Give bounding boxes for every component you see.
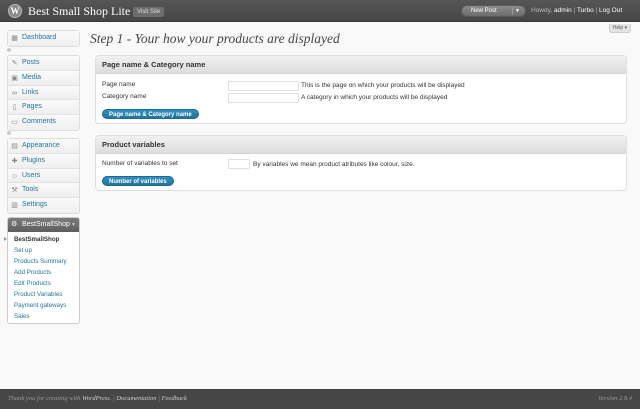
submenu-item-products-summary[interactable]: Products Summary xyxy=(8,256,79,267)
comment-icon: ▭ xyxy=(11,119,18,127)
submenu-item-product-variables[interactable]: Product Variables xyxy=(8,289,79,300)
variables-count-input[interactable] xyxy=(228,159,250,169)
sidebar-item-label: Appearance xyxy=(22,142,60,149)
sidebar-admin-group: ▤ Appearance ✚ Plugins ☺ Users ⚒ Tools ▥… xyxy=(7,138,80,214)
admin-footer: Thank you for creating with WordPress. |… xyxy=(0,389,640,409)
sidebar-dashboard-group: ▦ Dashboard xyxy=(7,30,80,47)
category-name-label: Category name xyxy=(102,93,147,100)
sidebar-plugin-menu: ⚙ BestSmallShop ▼ BestSmallShop Set up P… xyxy=(4,217,80,324)
sidebar-item-label: Dashboard xyxy=(22,34,57,41)
sidebar-item-plugins[interactable]: ✚ Plugins xyxy=(8,153,79,169)
sidebar-item-label: Media xyxy=(22,73,42,81)
number-of-variables-button[interactable]: Number of variables xyxy=(102,176,174,186)
separator: | xyxy=(573,7,576,14)
submenu-item-bestsmallshop[interactable]: BestSmallShop xyxy=(4,234,79,245)
sidebar-item-label: Tools xyxy=(22,186,39,194)
page-category-submit-button[interactable]: Page name & Category name xyxy=(102,109,199,119)
footer-credits: Thank you for creating with WordPress. |… xyxy=(8,389,187,409)
variables-count-label: Number of variables to set xyxy=(102,160,178,167)
gear-icon: ⚙ xyxy=(11,221,18,228)
plugin-icon: ✚ xyxy=(11,157,18,165)
page-name-input[interactable] xyxy=(228,81,299,91)
sidebar-item-label: Users xyxy=(22,171,41,179)
sidebar-item-dashboard[interactable]: ▦ Dashboard xyxy=(8,31,79,46)
menu-separator xyxy=(7,131,11,135)
documentation-link[interactable]: Documentation xyxy=(116,395,156,402)
link-icon: ∞ xyxy=(12,89,17,97)
category-name-description: A category in which your products will b… xyxy=(301,94,448,101)
box-heading: Product variables xyxy=(96,136,626,154)
variables-count-description: By variables we mean product atributes l… xyxy=(253,161,415,168)
page-icon: ▯ xyxy=(12,104,17,112)
chevron-down-icon[interactable]: ▼ xyxy=(71,218,76,232)
product-variables-box: Product variables Number of variables to… xyxy=(95,135,627,191)
sidebar-item-label: Links xyxy=(22,88,39,96)
settings-icon: ▥ xyxy=(11,202,18,210)
page-name-label: Page name xyxy=(102,81,136,88)
howdy-text: Howdy, xyxy=(531,7,553,14)
sidebar-item-label: Settings xyxy=(22,201,48,209)
wordpress-link[interactable]: WordPress xyxy=(82,395,110,402)
sidebar-item-appearance[interactable]: ▤ Appearance xyxy=(8,139,79,154)
submenu-item-add-products[interactable]: Add Products xyxy=(8,267,79,278)
sidebar-item-tools[interactable]: ⚒ Tools xyxy=(8,183,79,199)
user-links: Howdy, admin | Turbo | Log Out xyxy=(531,7,622,14)
new-post-label: New Post xyxy=(471,8,497,14)
dashboard-icon: ▦ xyxy=(11,35,18,42)
submenu-item-payment-gateways[interactable]: Payment gateways xyxy=(8,300,79,311)
page-name-description: This is the page on which your products … xyxy=(301,82,465,89)
help-tab[interactable]: Help ▾ xyxy=(609,24,631,33)
menu-separator xyxy=(7,48,11,52)
sidebar-item-bestsmallshop[interactable]: ⚙ BestSmallShop ▼ xyxy=(8,218,79,232)
footer-thanks-text: Thank you for creating with xyxy=(8,395,81,402)
feedback-link[interactable]: Feedback xyxy=(162,395,187,402)
username-link[interactable]: admin xyxy=(554,7,572,14)
submenu-item-setup[interactable]: Set up xyxy=(8,245,79,256)
chevron-down-icon[interactable]: ▼ xyxy=(512,7,522,15)
users-icon: ☺ xyxy=(11,172,19,180)
visit-site-button[interactable]: Visit Site xyxy=(133,7,165,17)
submenu-item-sales[interactable]: Sales xyxy=(8,311,79,322)
sidebar-item-label: BestSmallShop xyxy=(22,221,70,228)
page-title: Step 1 - Your how your products are disp… xyxy=(90,31,340,46)
turbo-link[interactable]: Turbo xyxy=(577,7,594,14)
box-heading: Page name & Category name xyxy=(96,56,626,74)
new-post-dropdown[interactable]: New Post ▼ xyxy=(461,5,526,17)
sidebar-content-group: ✎ Posts ▣ Media ∞ Links ▯ Pages ▭ Commen… xyxy=(7,55,80,131)
sidebar-item-pages[interactable]: ▯ Pages xyxy=(8,100,79,116)
separator: . | xyxy=(109,395,115,402)
sidebar-item-label: Pages xyxy=(22,103,42,111)
separator: | xyxy=(158,395,160,402)
submenu-item-edit-products[interactable]: Edit Products xyxy=(8,278,79,289)
sidebar-item-links[interactable]: ∞ Links xyxy=(8,85,79,101)
tools-icon: ⚒ xyxy=(11,187,18,195)
sidebar-item-label: Plugins xyxy=(22,156,45,164)
media-icon: ▣ xyxy=(11,74,18,82)
footer-version: Version 2.8.4 xyxy=(597,395,632,402)
logout-link[interactable]: Log Out xyxy=(599,7,622,14)
site-title: Best Small Shop Lite xyxy=(28,4,131,18)
separator: | xyxy=(595,7,598,14)
sidebar-item-posts[interactable]: ✎ Posts xyxy=(8,56,79,71)
sidebar-item-media[interactable]: ▣ Media xyxy=(8,70,79,86)
appearance-icon: ▤ xyxy=(11,143,18,150)
category-name-input[interactable] xyxy=(228,93,299,103)
wordpress-logo-icon: W xyxy=(8,4,22,18)
sidebar-item-settings[interactable]: ▥ Settings xyxy=(8,198,79,213)
admin-header: W Best Small Shop Lite Visit Site New Po… xyxy=(0,0,640,22)
sidebar-item-users[interactable]: ☺ Users xyxy=(8,168,79,184)
pin-icon: ✎ xyxy=(11,60,18,67)
submenu: BestSmallShop Set up Products Summary Ad… xyxy=(4,232,79,323)
sidebar-item-label: Comments xyxy=(22,118,56,126)
sidebar-item-label: Posts xyxy=(22,59,40,66)
page-category-box: Page name & Category name Page name This… xyxy=(95,55,627,124)
sidebar-item-comments[interactable]: ▭ Comments xyxy=(8,115,79,130)
